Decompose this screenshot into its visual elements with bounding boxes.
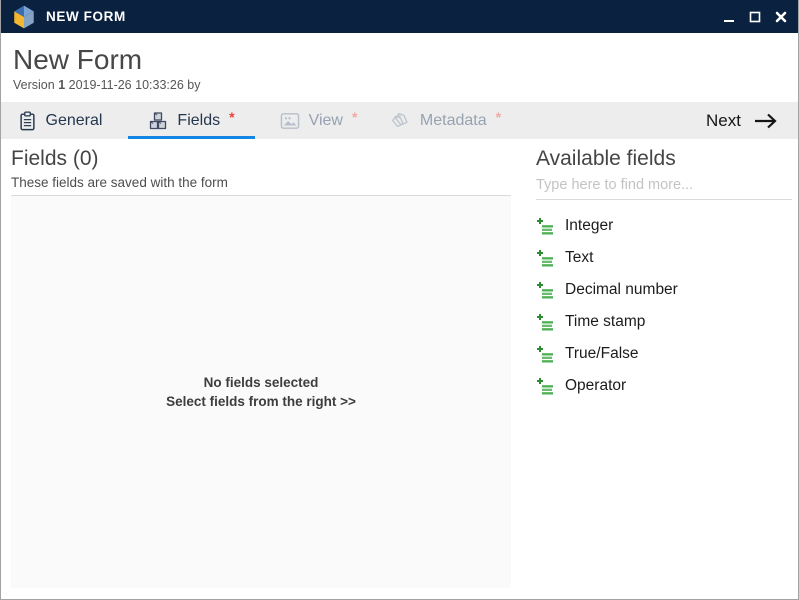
field-item-true-false[interactable]: True/False bbox=[536, 338, 792, 370]
minimize-icon bbox=[723, 11, 735, 23]
title-bar: NEW FORM bbox=[1, 0, 798, 33]
app-logo-cube-icon bbox=[11, 4, 37, 30]
add-field-icon bbox=[536, 249, 554, 267]
maximize-icon bbox=[749, 11, 761, 23]
available-field-list: Integer Text Decimal number bbox=[536, 210, 792, 402]
fields-panel: Fields (0) These fields are saved with t… bbox=[11, 146, 511, 588]
close-icon bbox=[775, 11, 787, 23]
field-item-label: Decimal number bbox=[565, 281, 678, 299]
page-header: New Form Version 1 2019-11-26 10:33:26 b… bbox=[1, 33, 798, 102]
search-input[interactable] bbox=[536, 173, 792, 200]
available-fields-panel: Available fields Integer Text bbox=[536, 146, 792, 402]
arrow-right-icon bbox=[754, 113, 778, 129]
field-item-label: Integer bbox=[565, 217, 613, 235]
fields-drop-zone[interactable]: No fields selected Select fields from th… bbox=[11, 196, 511, 588]
add-field-icon bbox=[536, 345, 554, 363]
version-line: Version 1 2019-11-26 10:33:26 by bbox=[13, 78, 786, 92]
field-item-label: Operator bbox=[565, 377, 626, 395]
cubes-icon bbox=[148, 111, 168, 131]
fields-panel-title: Fields (0) bbox=[11, 146, 511, 171]
app-window: NEW FORM New Form Version 1 bbox=[0, 0, 799, 600]
next-label: Next bbox=[706, 111, 741, 131]
clipboard-icon bbox=[18, 111, 37, 131]
field-item-decimal-number[interactable]: Decimal number bbox=[536, 274, 792, 306]
field-item-time-stamp[interactable]: Time stamp bbox=[536, 306, 792, 338]
tab-bar: General Fields * View * bbox=[1, 102, 798, 139]
tags-icon bbox=[390, 111, 411, 130]
tab-fields[interactable]: Fields * bbox=[128, 102, 255, 139]
image-icon bbox=[280, 112, 300, 130]
close-button[interactable] bbox=[772, 7, 790, 27]
tab-view[interactable]: View * bbox=[255, 102, 382, 139]
field-item-operator[interactable]: Operator bbox=[536, 370, 792, 402]
next-button[interactable]: Next bbox=[706, 102, 798, 139]
tab-label: Fields bbox=[177, 112, 220, 130]
maximize-button[interactable] bbox=[746, 7, 764, 27]
field-item-text[interactable]: Text bbox=[536, 242, 792, 274]
window-controls bbox=[720, 7, 790, 27]
required-asterisk: * bbox=[352, 109, 357, 125]
add-field-icon bbox=[536, 281, 554, 299]
window-title: NEW FORM bbox=[46, 9, 126, 24]
add-field-icon bbox=[536, 377, 554, 395]
minimize-button[interactable] bbox=[720, 7, 738, 27]
add-field-icon bbox=[536, 217, 554, 235]
field-item-label: True/False bbox=[565, 345, 639, 363]
required-asterisk: * bbox=[496, 109, 501, 125]
tab-label: General bbox=[46, 112, 103, 130]
field-item-label: Text bbox=[565, 249, 593, 267]
version-timestamp: 2019-11-26 10:33:26 by bbox=[69, 78, 201, 92]
version-label: Version bbox=[13, 78, 55, 92]
version-number: 1 bbox=[58, 78, 65, 92]
field-item-label: Time stamp bbox=[565, 313, 645, 331]
fields-panel-subtitle: These fields are saved with the form bbox=[11, 175, 511, 196]
tab-metadata[interactable]: Metadata * bbox=[382, 102, 509, 139]
empty-state-line2: Select fields from the right >> bbox=[166, 392, 356, 412]
available-fields-title: Available fields bbox=[536, 146, 792, 171]
tab-label: Metadata bbox=[420, 112, 487, 130]
required-asterisk: * bbox=[229, 109, 234, 125]
tab-general[interactable]: General bbox=[1, 102, 128, 139]
add-field-icon bbox=[536, 313, 554, 331]
tab-label: View bbox=[309, 112, 343, 130]
empty-state-line1: No fields selected bbox=[204, 373, 319, 393]
page-title: New Form bbox=[13, 44, 786, 76]
field-item-integer[interactable]: Integer bbox=[536, 210, 792, 242]
